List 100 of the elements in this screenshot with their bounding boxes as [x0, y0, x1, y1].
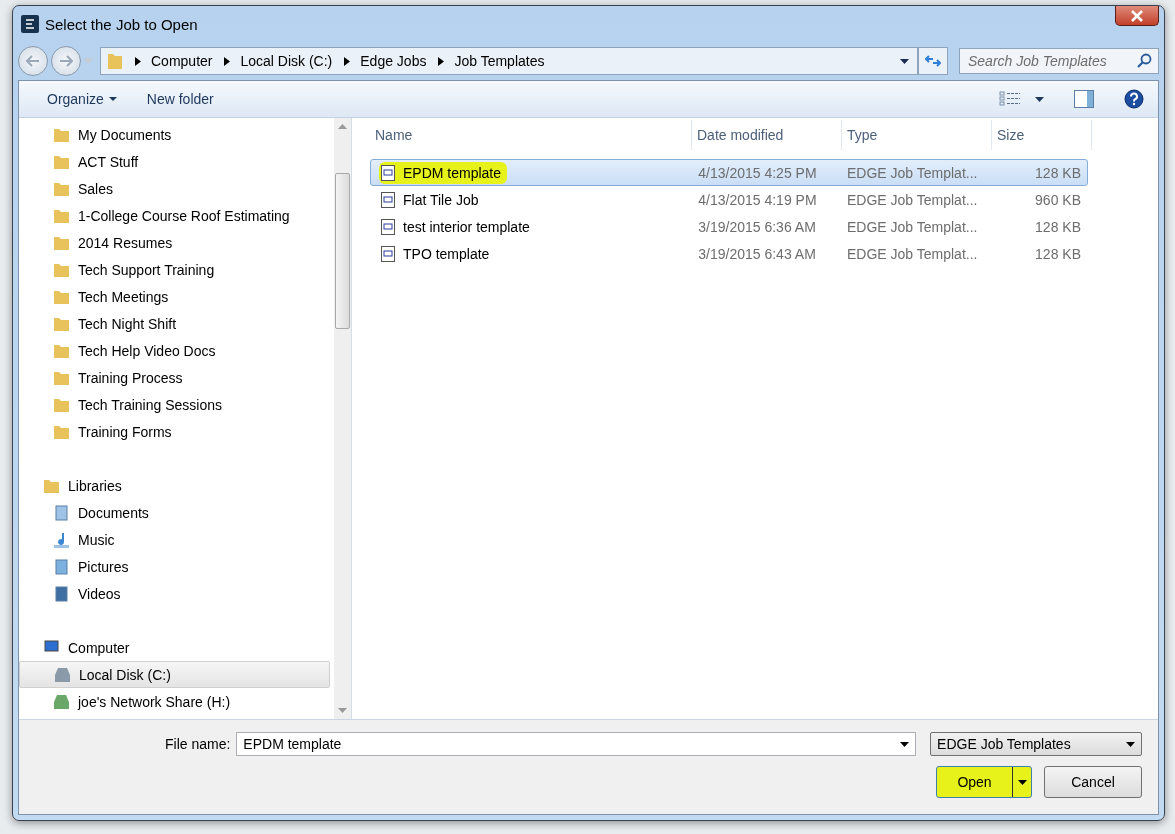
table-cell-text: 960 KB — [1034, 191, 1082, 208]
file-row[interactable]: test interior template 3/19/2015 6:36 AM EDGE Job Templat... 128 KB — [370, 213, 1088, 240]
nav-label: Tech Night Shift — [78, 315, 177, 332]
file-name: test interior template — [379, 215, 536, 238]
nav-icon — [53, 315, 70, 332]
column-header[interactable]: Size — [992, 120, 1092, 150]
nav-item[interactable]: Videos — [19, 580, 330, 607]
cancel-button[interactable]: Cancel — [1044, 766, 1142, 798]
nav-icon — [53, 423, 70, 440]
file-row[interactable]: TPO template 3/19/2015 6:43 AM EDGE Job Templat... 128 KB — [370, 240, 1088, 267]
dropdown-caret-icon[interactable] — [900, 742, 910, 747]
scrollbar-thumb[interactable] — [335, 173, 350, 329]
file-row[interactable]: EPDM template 4/13/2015 4:25 PM EDGE Job Templat... 128 KB — [370, 159, 1088, 186]
nav-label: Pictures — [78, 558, 129, 575]
nav-label: 1-College Course Roof Estimating — [78, 207, 290, 224]
column-header[interactable]: Type — [842, 120, 992, 150]
help-icon[interactable] — [1124, 89, 1144, 109]
nav-item[interactable]: Tech Help Video Docs — [19, 337, 330, 364]
nav-item[interactable]: ACT Stuff — [19, 148, 330, 175]
caret-icon — [1126, 741, 1135, 747]
breadcrumb-arrow-icon[interactable] — [224, 56, 231, 66]
nav-icon — [53, 207, 70, 224]
table-cell-text: 3/19/2015 6:36 AM — [697, 218, 817, 235]
nav-label: Videos — [78, 585, 121, 602]
nav-item[interactable]: Tech Meetings — [19, 283, 330, 310]
nav-label: Training Forms — [78, 423, 172, 440]
search-field[interactable]: Search Job Templates — [959, 48, 1159, 74]
caret-icon — [108, 97, 117, 101]
nav-icon — [53, 234, 70, 251]
document-icon — [381, 218, 395, 235]
nav-item[interactable]: Tech Night Shift — [19, 310, 330, 337]
nav-item[interactable]: Tech Support Training — [19, 256, 330, 283]
table-cell-text: 4/13/2015 4:25 PM — [697, 164, 818, 181]
nav-icon — [53, 693, 70, 710]
close-icon — [1130, 9, 1144, 22]
close-button[interactable] — [1115, 6, 1159, 26]
breadcrumb-arrow-icon[interactable] — [438, 56, 445, 66]
nav-item[interactable]: 1-College Course Roof Estimating — [19, 202, 330, 229]
nav-item[interactable]: Music — [19, 526, 330, 553]
table-cell-text: 128 KB — [1034, 164, 1082, 181]
nav-item[interactable]: Pictures — [19, 553, 330, 580]
nav-label: Libraries — [68, 477, 122, 494]
nav-label: Sales — [78, 180, 114, 197]
table-cell-text: 3/19/2015 6:43 AM — [697, 245, 817, 262]
nav-label: Tech Training Sessions — [78, 396, 222, 413]
view-options-icon[interactable] — [999, 91, 1021, 107]
file-name-field[interactable]: EPDM template — [236, 732, 917, 756]
breadcrumb-item[interactable]: Computer — [151, 53, 213, 69]
window-title: Select the Job to Open — [45, 15, 198, 33]
nav-item[interactable]: Training Forms — [19, 418, 330, 445]
file-name: EPDM template — [379, 161, 508, 184]
refresh-button[interactable] — [918, 47, 948, 75]
nav-icon — [53, 531, 70, 548]
nav-label: Tech Help Video Docs — [78, 342, 216, 359]
caret-icon[interactable] — [1035, 96, 1044, 102]
file-name: Flat Tile Job — [379, 188, 485, 211]
organize-button[interactable]: Organize — [37, 87, 127, 111]
folder-icon — [107, 52, 123, 70]
refresh-icon — [925, 54, 941, 68]
column-header[interactable]: Name — [370, 120, 692, 150]
nav-icon — [53, 261, 70, 278]
file-name-label: File name: — [165, 736, 231, 752]
nav-label: My Documents — [78, 126, 172, 143]
nav-icon — [53, 153, 70, 170]
breadcrumb-arrow-icon[interactable] — [344, 56, 351, 66]
nav-icon — [53, 126, 70, 143]
breadcrumb-item[interactable]: Local Disk (C:) — [240, 53, 333, 69]
nav-item[interactable]: My Documents — [19, 121, 330, 148]
nav-icon — [53, 585, 70, 602]
breadcrumb-item[interactable]: Job Templates — [454, 53, 545, 69]
nav-item[interactable]: Documents — [19, 499, 330, 526]
nav-label: ACT Stuff — [78, 153, 139, 170]
table-cell-text: 128 KB — [1034, 218, 1082, 235]
nav-item[interactable]: Tech Training Sessions — [19, 391, 330, 418]
nav-icon — [53, 180, 70, 197]
dropdown-caret-icon[interactable] — [900, 58, 909, 64]
search-icon — [1137, 53, 1152, 68]
column-header[interactable]: Date modified — [692, 120, 842, 150]
nav-label: Tech Support Training — [78, 261, 215, 278]
nav-item[interactable]: 2014 Resumes — [19, 229, 330, 256]
nav-item[interactable]: joe's Network Share (H:) — [19, 688, 330, 715]
table-cell-text: EDGE Job Templat... — [846, 191, 979, 208]
table-cell-text: 128 KB — [1034, 245, 1082, 262]
nav-item[interactable]: Computer — [19, 634, 330, 661]
preview-pane-icon[interactable] — [1074, 90, 1094, 108]
breadcrumb-arrow-icon[interactable] — [135, 56, 141, 66]
file-row[interactable]: Flat Tile Job 4/13/2015 4:19 PM EDGE Job Templat... 960 KB — [370, 186, 1088, 213]
file-type-dropdown[interactable]: EDGE Job Templates — [930, 732, 1142, 756]
breadcrumb-item[interactable]: Edge Jobs — [360, 53, 427, 69]
nav-item[interactable]: Sales — [19, 175, 330, 202]
nav-label: Local Disk (C:) — [79, 666, 171, 683]
nav-label: Music — [78, 531, 115, 548]
nav-icon — [54, 666, 71, 683]
nav-item[interactable]: Local Disk (C:) — [19, 661, 330, 688]
scrollbar[interactable] — [334, 118, 351, 719]
nav-item[interactable]: Libraries — [19, 472, 330, 499]
new-folder-button[interactable]: New folder — [136, 87, 224, 111]
address-bar[interactable]: Computer Local Disk (C:) Edge Jobs Job Templates — [100, 47, 918, 75]
nav-item[interactable]: Training Process — [19, 364, 330, 391]
open-button[interactable]: Open — [936, 766, 1032, 798]
